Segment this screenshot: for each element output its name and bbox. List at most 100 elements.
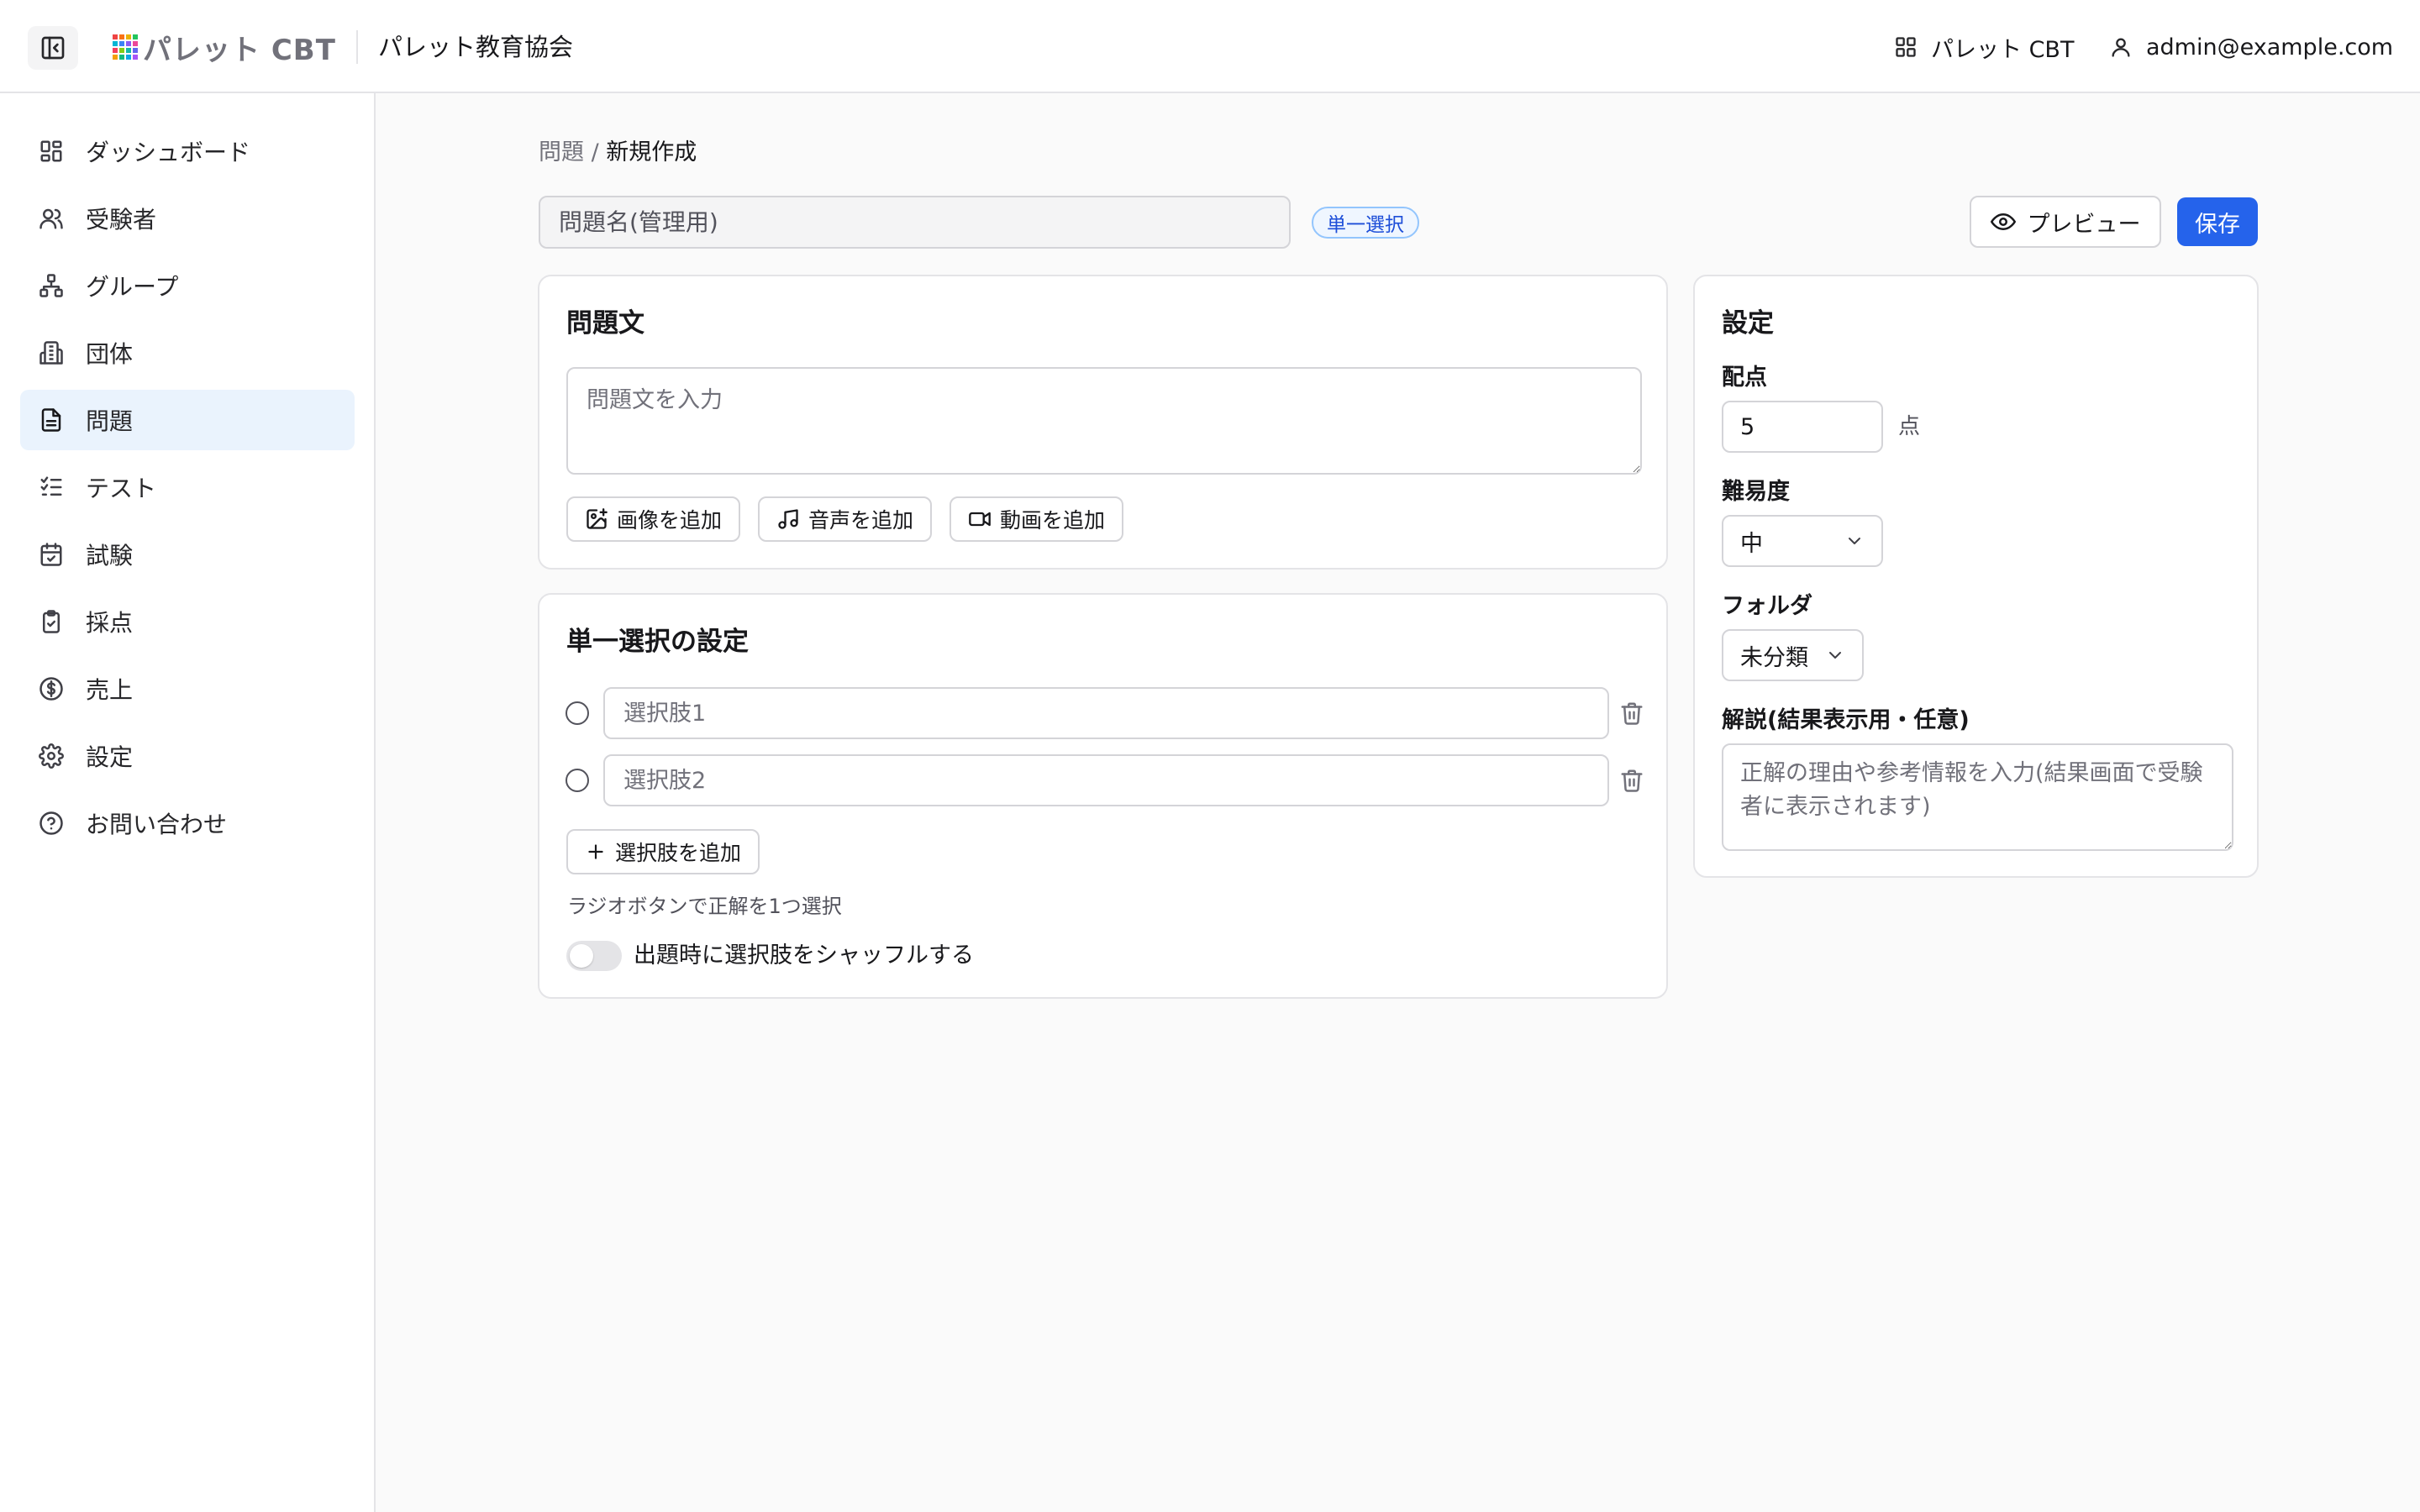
building-icon <box>39 341 63 365</box>
explanation-input[interactable] <box>1722 743 2233 851</box>
network-icon <box>39 274 63 297</box>
logo-text: パレット CBT <box>143 33 336 67</box>
sidebar-item-label: 問題 <box>86 407 134 435</box>
question-name-input[interactable] <box>539 196 1291 249</box>
sidebar-toggle-button[interactable] <box>28 26 78 70</box>
choice-hint-text: ラジオボタンで正解を1つ選択 <box>567 895 842 918</box>
grid-icon <box>1896 37 1916 57</box>
sidebar-item-contact[interactable]: お問い合わせ <box>20 793 355 853</box>
delete-choice-2-button[interactable] <box>1617 764 1647 797</box>
sidebar-item-organizations[interactable]: 団体 <box>20 323 355 383</box>
sidebar-item-label: 設定 <box>86 743 134 771</box>
calendar-check-icon <box>40 543 62 566</box>
gear-icon <box>39 743 64 769</box>
shuffle-toggle[interactable] <box>566 941 622 971</box>
sidebar-item-grading[interactable]: 採点 <box>20 591 355 652</box>
sidebar-item-examinees[interactable]: 受験者 <box>20 188 355 249</box>
video-icon <box>969 512 991 527</box>
header-divider <box>356 30 358 64</box>
sidebar-item-label: テスト <box>86 475 157 502</box>
app-switcher-label: パレット CBT <box>1931 36 2075 63</box>
difficulty-select[interactable]: 中 <box>1722 515 1883 567</box>
difficulty-label: 難易度 <box>1722 479 1790 505</box>
sidebar-item-label: 売上 <box>86 676 134 704</box>
dollar-icon <box>39 677 63 701</box>
add-choice-button[interactable]: 選択肢を追加 <box>566 829 760 874</box>
eye-icon <box>1990 213 2016 230</box>
sidebar-item-exams[interactable]: 試験 <box>20 524 355 585</box>
add-audio-label: 音声を追加 <box>808 508 914 533</box>
app-switcher-link[interactable]: パレット CBT <box>1894 30 2074 64</box>
score-label: 配点 <box>1722 365 1767 391</box>
user-icon <box>2112 38 2130 57</box>
breadcrumb-current: 新規作成 <box>606 139 697 165</box>
sidebar-item-label: 試験 <box>86 542 134 570</box>
choice-1-input[interactable] <box>603 687 1609 739</box>
preview-button-label: プレビュー <box>2027 211 2141 238</box>
sidebar-item-tests[interactable]: テスト <box>20 457 355 517</box>
sidebar-item-label: 受験者 <box>86 206 157 234</box>
sidebar-item-questions[interactable]: 問題 <box>20 390 355 450</box>
add-choice-label: 選択肢を追加 <box>615 841 742 865</box>
users-icon <box>39 208 63 229</box>
logo-mark-icon <box>113 34 138 60</box>
help-icon <box>39 811 63 835</box>
user-menu[interactable]: admin@example.com <box>2109 30 2393 64</box>
explanation-label: 解説(結果表示用・任意) <box>1722 707 1970 733</box>
question-type-badge: 単一選択 <box>1312 207 1419 239</box>
sidebar-item-label: 採点 <box>86 609 134 637</box>
add-video-label: 動画を追加 <box>1000 508 1106 533</box>
user-email: admin@example.com <box>2146 34 2394 60</box>
score-unit: 点 <box>1898 414 1921 439</box>
add-audio-button[interactable]: 音声を追加 <box>758 496 933 542</box>
choice-2-radio[interactable] <box>566 769 589 792</box>
folder-value: 未分類 <box>1740 644 1808 671</box>
sidebar-item-label: 団体 <box>86 340 134 368</box>
chevron-down-icon <box>1849 538 1860 544</box>
music-icon <box>778 509 798 529</box>
save-button[interactable]: 保存 <box>2177 197 2258 246</box>
breadcrumb-separator: / <box>584 139 607 165</box>
sidebar-item-sales[interactable]: 売上 <box>20 659 355 719</box>
score-input[interactable] <box>1722 401 1883 453</box>
document-icon <box>41 408 61 432</box>
sidebar-item-groups[interactable]: グループ <box>20 255 355 316</box>
shuffle-label: 出題時に選択肢をシャッフルする <box>634 942 974 969</box>
choice-1-radio[interactable] <box>566 701 589 725</box>
app-logo[interactable]: パレット CBT <box>113 29 336 67</box>
clipboard-check-icon <box>43 610 60 633</box>
trash-icon <box>1621 702 1643 725</box>
folder-label: フォルダ <box>1722 593 1812 619</box>
preview-button[interactable]: プレビュー <box>1970 196 2161 248</box>
top-header: パレット CBT パレット教育協会 パレット CBT admin@example… <box>0 0 2420 93</box>
sidebar: ダッシュボード 受験者 グループ 団体 問題 テスト 試験 採点 売上 設定 お… <box>0 93 376 1512</box>
sidebar-item-dashboard[interactable]: ダッシュボード <box>20 121 355 181</box>
trash-icon <box>1621 769 1643 792</box>
sidebar-item-label: お問い合わせ <box>86 811 228 838</box>
question-text-input[interactable] <box>566 367 1642 475</box>
dashboard-icon <box>40 140 62 162</box>
add-image-button[interactable]: 画像を追加 <box>566 496 741 542</box>
add-image-label: 画像を追加 <box>617 508 723 533</box>
question-text-title: 問題文 <box>566 308 644 339</box>
add-video-button[interactable]: 動画を追加 <box>950 496 1124 542</box>
organization-name: パレット教育協会 <box>378 33 574 61</box>
breadcrumb-parent-link[interactable]: 問題 <box>539 139 584 165</box>
breadcrumb: 問題 / 新規作成 <box>539 136 697 170</box>
folder-select[interactable]: 未分類 <box>1722 629 1864 681</box>
sidebar-item-settings[interactable]: 設定 <box>20 726 355 786</box>
difficulty-value: 中 <box>1740 530 1763 557</box>
checklist-icon <box>40 476 62 496</box>
sidebar-item-label: ダッシュボード <box>86 139 251 166</box>
panel-left-icon <box>41 36 65 60</box>
delete-choice-1-button[interactable] <box>1617 696 1647 730</box>
settings-card: 設定 配点 点 難易度 中 フォルダ 未分類 解説(結果表示用・任意) <box>1693 275 2259 878</box>
toggle-knob <box>570 944 593 968</box>
settings-title: 設定 <box>1722 308 1774 339</box>
plus-icon <box>588 844 603 859</box>
sidebar-item-label: グループ <box>86 273 179 301</box>
single-choice-settings-card: 単一選択の設定 選択肢を追加 ラジオボタンで正解を1つ選択 出題時に選択肢をシャ… <box>538 593 1668 999</box>
image-plus-icon <box>587 508 608 529</box>
choice-2-input[interactable] <box>603 754 1609 806</box>
chevron-down-icon <box>1829 652 1841 659</box>
